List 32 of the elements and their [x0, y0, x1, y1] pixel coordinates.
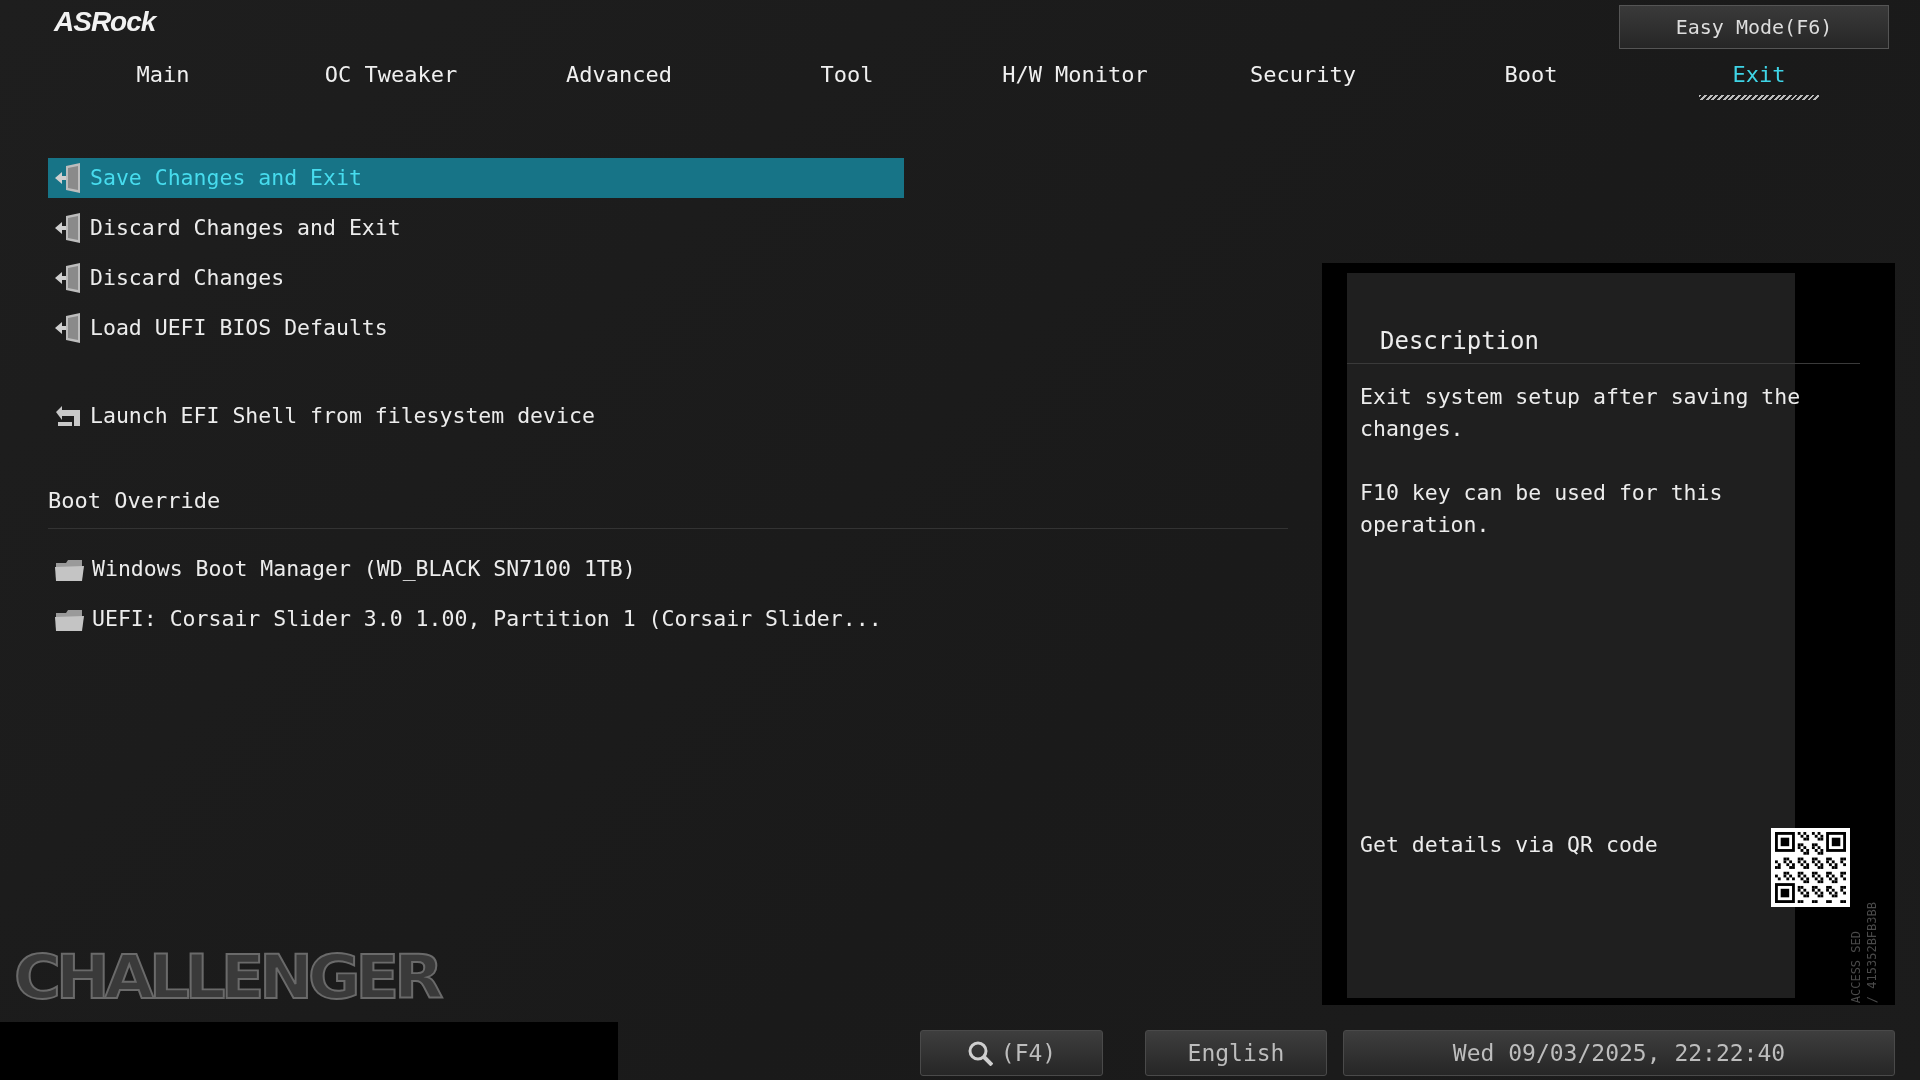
menu-tab[interactable]: Security	[1189, 56, 1417, 100]
menu-item[interactable]: Launch EFI Shell from filesystem device	[48, 396, 904, 436]
section-heading: Boot Override	[48, 488, 222, 515]
serial-code: / 415352BFB3BB	[1866, 901, 1878, 1003]
menu-tab[interactable]: Advanced	[505, 56, 733, 100]
search-button[interactable]: (F4)	[920, 1030, 1103, 1076]
brand-mark: CHALLENGER	[14, 946, 439, 1008]
menu-tab[interactable]: H/W Monitor	[961, 56, 1189, 100]
menu-item[interactable]: UEFI: Corsair Slider 3.0 1.00, Partition 1 (Corsair Slider...	[48, 599, 904, 640]
exit-door-icon	[54, 163, 82, 193]
menu-tab[interactable]: Boot	[1417, 56, 1645, 100]
menu-item[interactable]: Load UEFI BIOS Defaults	[48, 308, 904, 348]
menu-item[interactable]: Windows Boot Manager (WD_BLACK SN7100 1TB)	[48, 549, 904, 590]
description-text: F10 key can be used for this operation.	[1360, 479, 1724, 539]
language-button[interactable]: English	[1145, 1030, 1327, 1076]
date-time: Wed 09/03/2025, 22:22:40	[1343, 1030, 1895, 1076]
menu-tab[interactable]: Main	[49, 56, 277, 100]
qr-code	[1775, 832, 1846, 903]
menu-tab[interactable]: Tool	[733, 56, 961, 100]
menu-item[interactable]: Discard Changes	[48, 258, 904, 298]
qr-caption: Get details via QR code	[1360, 831, 1658, 859]
panel-title: Description	[1380, 326, 1539, 357]
exit-door-icon	[54, 213, 82, 243]
search-icon	[966, 1040, 993, 1066]
exit-door-icon	[54, 313, 82, 343]
brand-logo: ASRock	[54, 8, 156, 39]
exit-door-icon	[54, 263, 82, 293]
menu-tab[interactable]: OC Tweaker	[277, 56, 505, 100]
menu-item[interactable]: Discard Changes and Exit	[48, 208, 904, 248]
serial-code: ACCESS SED	[1850, 930, 1862, 1003]
description-text: Exit system setup after saving the changes.	[1360, 383, 1802, 443]
easy-mode-button[interactable]: Easy Mode(F6)	[1619, 5, 1889, 49]
